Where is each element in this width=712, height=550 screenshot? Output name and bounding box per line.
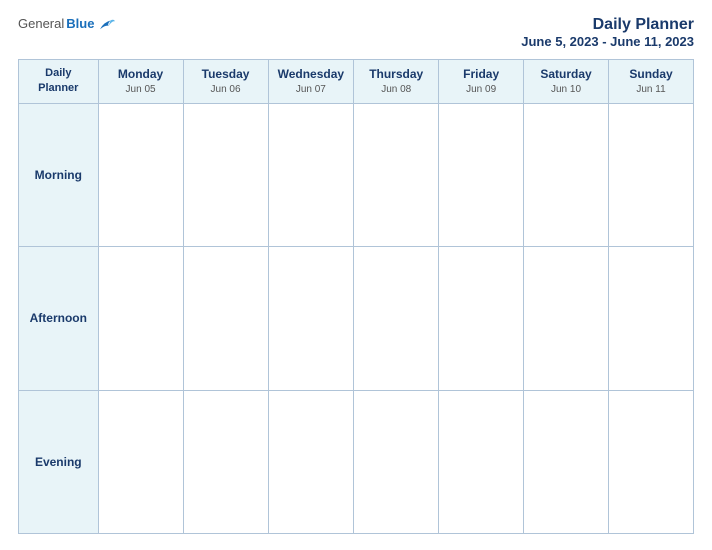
evening-tuesday[interactable]	[183, 390, 268, 533]
table-row-afternoon: Afternoon	[19, 247, 694, 390]
morning-thursday[interactable]	[354, 103, 439, 246]
evening-monday[interactable]	[98, 390, 183, 533]
daily-planner-header-label: DailyPlanner	[38, 67, 78, 94]
col-header-thursday: Thursday Jun 08	[354, 60, 439, 104]
thursday-date: Jun 08	[356, 83, 436, 97]
thursday-name: Thursday	[356, 66, 436, 83]
col-header-tuesday: Tuesday Jun 06	[183, 60, 268, 104]
wednesday-name: Wednesday	[271, 66, 352, 83]
logo-bird-icon	[98, 17, 116, 31]
afternoon-label: Afternoon	[19, 247, 99, 390]
table-header-row: DailyPlanner Monday Jun 05 Tuesday Jun 0…	[19, 60, 694, 104]
page-title: Daily Planner	[521, 16, 694, 34]
afternoon-friday[interactable]	[439, 247, 524, 390]
col-header-sunday: Sunday Jun 11	[609, 60, 694, 104]
col-header-friday: Friday Jun 09	[439, 60, 524, 104]
logo-area: General Blue	[18, 16, 116, 31]
col-header-daily-planner: DailyPlanner	[19, 60, 99, 104]
sunday-name: Sunday	[611, 66, 691, 83]
date-range: June 5, 2023 - June 11, 2023	[521, 34, 694, 49]
tuesday-name: Tuesday	[186, 66, 266, 83]
wednesday-date: Jun 07	[271, 83, 352, 97]
evening-thursday[interactable]	[354, 390, 439, 533]
afternoon-tuesday[interactable]	[183, 247, 268, 390]
morning-tuesday[interactable]	[183, 103, 268, 246]
monday-name: Monday	[101, 66, 181, 83]
tuesday-date: Jun 06	[186, 83, 266, 97]
col-header-monday: Monday Jun 05	[98, 60, 183, 104]
page: General Blue Daily Planner June 5, 2023 …	[0, 0, 712, 550]
saturday-name: Saturday	[526, 66, 606, 83]
friday-name: Friday	[441, 66, 521, 83]
logo: General Blue	[18, 16, 116, 31]
table-row-evening: Evening	[19, 390, 694, 533]
afternoon-wednesday[interactable]	[268, 247, 354, 390]
col-header-wednesday: Wednesday Jun 07	[268, 60, 354, 104]
morning-sunday[interactable]	[609, 103, 694, 246]
afternoon-monday[interactable]	[98, 247, 183, 390]
col-header-saturday: Saturday Jun 10	[523, 60, 608, 104]
morning-monday[interactable]	[98, 103, 183, 246]
saturday-date: Jun 10	[526, 83, 606, 97]
monday-date: Jun 05	[101, 83, 181, 97]
afternoon-thursday[interactable]	[354, 247, 439, 390]
evening-friday[interactable]	[439, 390, 524, 533]
sunday-date: Jun 11	[611, 83, 691, 97]
morning-saturday[interactable]	[523, 103, 608, 246]
planner-table: DailyPlanner Monday Jun 05 Tuesday Jun 0…	[18, 59, 694, 534]
evening-label: Evening	[19, 390, 99, 533]
morning-wednesday[interactable]	[268, 103, 354, 246]
header: General Blue Daily Planner June 5, 2023 …	[18, 16, 694, 49]
table-row-morning: Morning	[19, 103, 694, 246]
afternoon-saturday[interactable]	[523, 247, 608, 390]
logo-blue-text: Blue	[66, 16, 94, 31]
evening-sunday[interactable]	[609, 390, 694, 533]
afternoon-sunday[interactable]	[609, 247, 694, 390]
morning-label: Morning	[19, 103, 99, 246]
title-area: Daily Planner June 5, 2023 - June 11, 20…	[521, 16, 694, 49]
friday-date: Jun 09	[441, 83, 521, 97]
evening-saturday[interactable]	[523, 390, 608, 533]
evening-wednesday[interactable]	[268, 390, 354, 533]
logo-general-text: General	[18, 16, 64, 31]
morning-friday[interactable]	[439, 103, 524, 246]
